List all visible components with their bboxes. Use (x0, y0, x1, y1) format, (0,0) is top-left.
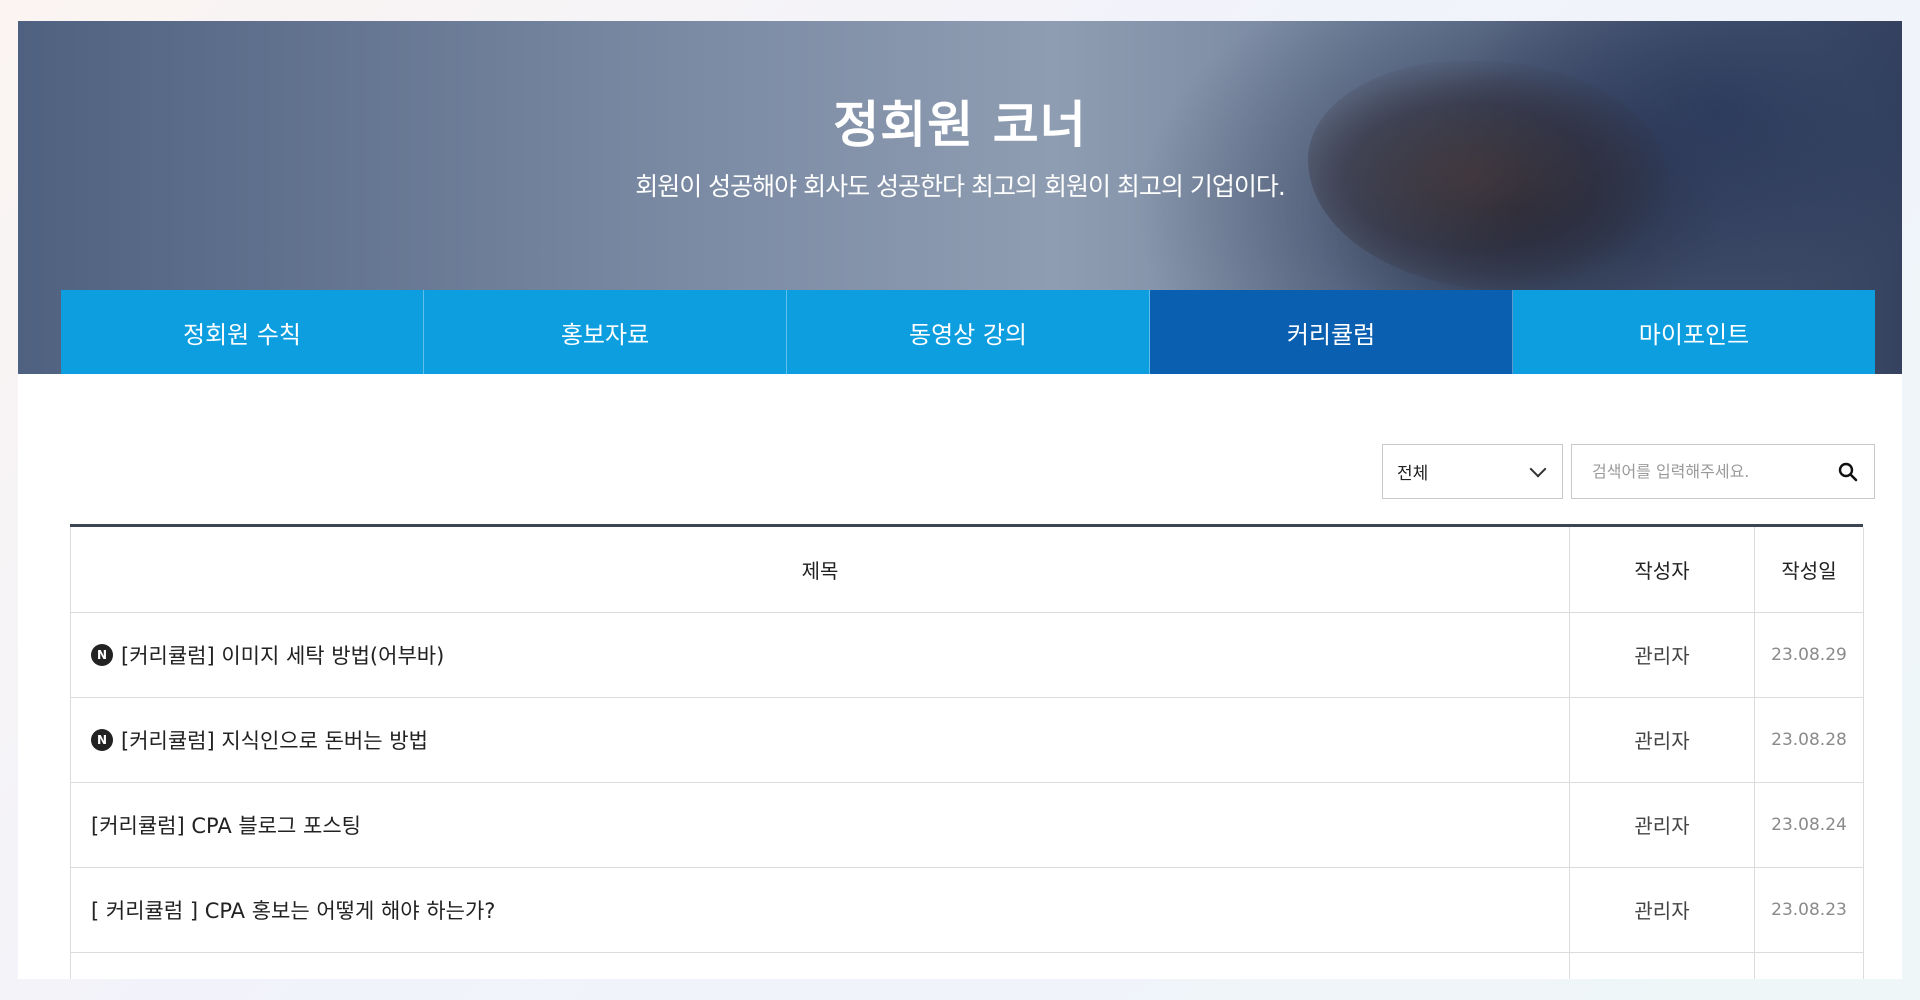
post-title-link[interactable]: [커리큘럼] 지식인으로 돈버는 방법 (121, 729, 428, 753)
tab-promo-materials[interactable]: 홍보자료 (424, 290, 787, 374)
table-row[interactable]: [커리큘럼] CPA 블로그 포스팅 관리자 23.08.24 (70, 782, 1864, 868)
sub-nav-tabs: 정회원 수칙 홍보자료 동영상 강의 커리큘럼 마이포인트 (61, 290, 1875, 374)
tab-my-point[interactable]: 마이포인트 (1513, 290, 1875, 374)
board-table: 제목 작성자 작성일 N [커리큘럼] 이미지 세탁 방법(어부바) 관리자 23… (70, 524, 1864, 979)
post-date: 23.08.23 (1754, 867, 1864, 953)
table-row[interactable] (70, 952, 1864, 979)
table-header-row: 제목 작성자 작성일 (70, 527, 1864, 613)
column-header-author: 작성자 (1569, 527, 1755, 613)
search-filter-value: 전체 (1397, 464, 1429, 484)
table-row[interactable]: N [커리큘럼] 지식인으로 돈버는 방법 관리자 23.08.28 (70, 697, 1864, 783)
post-title-link[interactable]: [커리큘럼] CPA 블로그 포스팅 (91, 814, 361, 838)
search-button[interactable] (1822, 445, 1874, 498)
page-subtitle: 회원이 성공해야 회사도 성공한다 최고의 회원이 최고의 기업이다. (635, 172, 1286, 201)
new-badge-icon: N (91, 728, 113, 751)
tab-rules[interactable]: 정회원 수칙 (61, 290, 424, 374)
column-header-date: 작성일 (1754, 527, 1864, 613)
column-header-title: 제목 (70, 527, 1570, 613)
tab-curriculum[interactable]: 커리큘럼 (1150, 290, 1513, 374)
table-row[interactable]: [ 커리큘럼 ] CPA 홍보는 어떻게 해야 하는가? 관리자 23.08.2… (70, 867, 1864, 953)
search-icon (1838, 462, 1858, 481)
post-date: 23.08.29 (1754, 612, 1864, 698)
page-frame: 정회원 코너 회원이 성공해야 회사도 성공한다 최고의 회원이 최고의 기업이… (18, 21, 1902, 979)
search-input[interactable] (1572, 445, 1822, 498)
new-badge-icon: N (91, 643, 113, 666)
post-title-link[interactable]: [커리큘럼] 이미지 세탁 방법(어부바) (121, 644, 444, 668)
tab-video-lectures[interactable]: 동영상 강의 (787, 290, 1150, 374)
chevron-down-icon (1529, 460, 1547, 477)
post-author: 관리자 (1569, 697, 1755, 783)
post-author: 관리자 (1569, 782, 1755, 868)
post-author: 관리자 (1569, 612, 1755, 698)
search-filter-select[interactable]: 전체 (1382, 444, 1563, 499)
post-title-link[interactable]: [ 커리큘럼 ] CPA 홍보는 어떻게 해야 하는가? (91, 899, 495, 923)
table-row[interactable]: N [커리큘럼] 이미지 세탁 방법(어부바) 관리자 23.08.29 (70, 612, 1864, 698)
post-author: 관리자 (1569, 867, 1755, 953)
post-date: 23.08.24 (1754, 782, 1864, 868)
page-title: 정회원 코너 (833, 96, 1087, 154)
search-box (1571, 444, 1875, 499)
post-date: 23.08.28 (1754, 697, 1864, 783)
